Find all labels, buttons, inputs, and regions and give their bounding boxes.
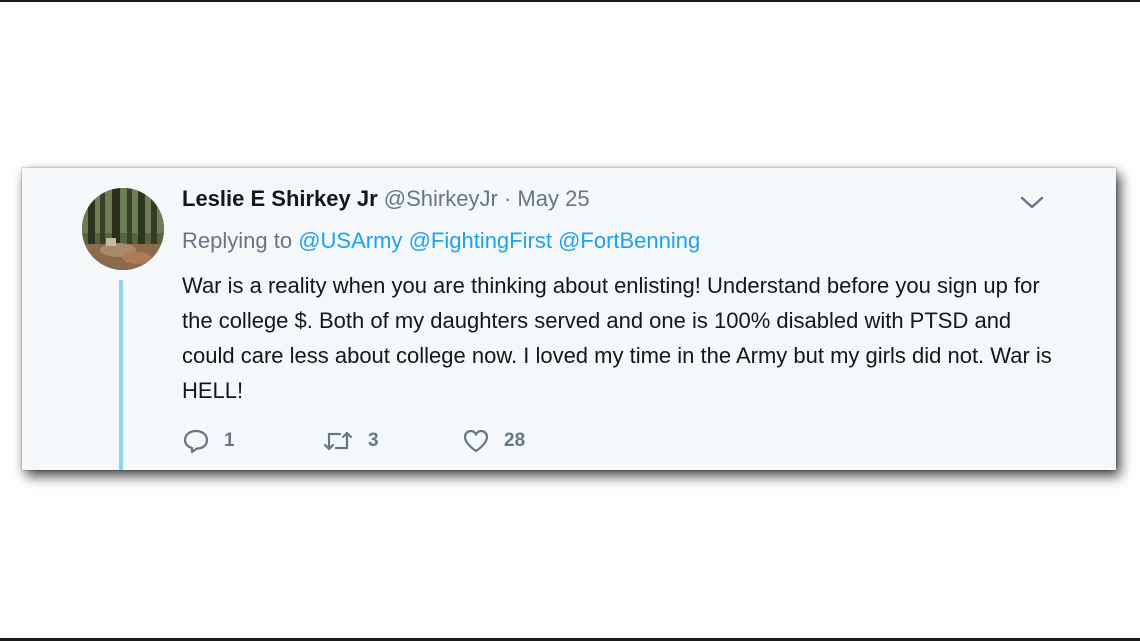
display-name[interactable]: Leslie E Shirkey Jr xyxy=(182,186,378,211)
reply-button[interactable]: 1 xyxy=(182,428,322,454)
reply-icon xyxy=(182,428,210,454)
reply-count: 1 xyxy=(224,430,235,451)
retweet-button[interactable]: 3 xyxy=(322,428,462,454)
thread-line xyxy=(119,280,123,470)
tweet-actions: 1 3 28 xyxy=(182,426,582,456)
tweet-date[interactable]: May 25 xyxy=(517,186,589,211)
heart-icon xyxy=(462,428,490,454)
chevron-down-icon[interactable] xyxy=(1018,192,1046,212)
separator-dot: · xyxy=(503,186,512,211)
tweet-header: Leslie E Shirkey Jr @ShirkeyJr · May 25 xyxy=(182,186,590,212)
mention-fightingfirst[interactable]: @FightingFirst xyxy=(409,228,552,253)
like-button[interactable]: 28 xyxy=(462,428,582,454)
handle[interactable]: @ShirkeyJr xyxy=(384,186,498,211)
retweet-icon xyxy=(322,428,354,454)
replying-to: Replying to @USArmy @FightingFirst @Fort… xyxy=(182,228,700,254)
avatar[interactable] xyxy=(82,188,164,270)
tweet-text: War is a reality when you are thinking a… xyxy=(182,273,1052,403)
replying-to-label: Replying to xyxy=(182,228,293,253)
like-count: 28 xyxy=(504,430,526,451)
top-border xyxy=(0,0,1140,2)
mention-usarmy[interactable]: @USArmy xyxy=(298,228,402,253)
tweet-card[interactable]: Leslie E Shirkey Jr @ShirkeyJr · May 25 … xyxy=(22,168,1116,470)
mention-fortbenning[interactable]: @FortBenning xyxy=(558,228,700,253)
retweet-count: 3 xyxy=(368,430,379,451)
